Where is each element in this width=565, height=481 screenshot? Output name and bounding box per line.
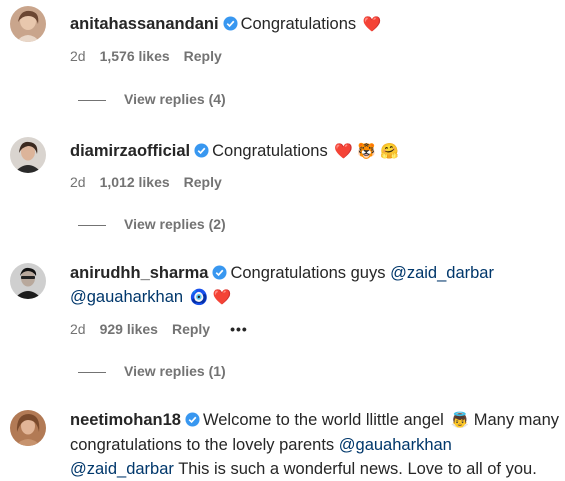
- mention-link[interactable]: @zaid_darbar: [390, 264, 494, 282]
- more-options-icon[interactable]: •••: [230, 321, 248, 337]
- comment-meta: 2d 1,012 likes Reply: [70, 173, 236, 191]
- username[interactable]: diamirzaofficial: [70, 142, 190, 160]
- verified-badge-icon: [185, 412, 200, 427]
- mention-link[interactable]: @zaid_darbar: [70, 460, 174, 478]
- comment-body: Congratulations: [240, 15, 357, 33]
- verified-badge-icon: [194, 143, 209, 158]
- emoji-group-icon: ❤️ 🐯 🤗: [334, 143, 399, 160]
- reply-button[interactable]: Reply: [184, 48, 222, 64]
- view-replies-button[interactable]: View replies (2): [78, 215, 226, 233]
- comment-text: neetimohan18 Welcome to the world llittle…: [70, 408, 560, 481]
- comment-body: Welcome to the world llittle angel: [202, 411, 444, 429]
- avatar[interactable]: [10, 263, 46, 299]
- avatar[interactable]: [10, 137, 46, 173]
- mention-link[interactable]: @gauaharkhan: [70, 288, 183, 306]
- likes-count[interactable]: 1,576 likes: [100, 48, 170, 64]
- comment-meta: 2d 1,576 likes Reply: [70, 47, 236, 65]
- divider: [78, 371, 106, 373]
- likes-count[interactable]: 929 likes: [100, 321, 158, 337]
- comment-body: Congratulations: [212, 142, 328, 160]
- username[interactable]: neetimohan18: [70, 411, 181, 429]
- verified-badge-icon: [212, 265, 227, 280]
- likes-count[interactable]: 1,012 likes: [100, 174, 170, 190]
- comment-age: 2d: [70, 48, 86, 64]
- comment-age: 2d: [70, 174, 86, 190]
- heart-emoji-icon: ❤️: [362, 16, 382, 33]
- emoji-group-icon: 🧿 ❤️: [189, 289, 232, 306]
- comment-body: This is such a wonderful news. Love to a…: [178, 460, 537, 478]
- username[interactable]: anitahassanandani: [70, 15, 219, 33]
- verified-badge-icon: [223, 16, 238, 31]
- comment-age: 2d: [70, 321, 86, 337]
- view-replies-button[interactable]: View replies (1): [78, 362, 226, 380]
- angel-emoji-icon: 👼: [450, 412, 470, 429]
- username[interactable]: anirudhh_sharma: [70, 264, 208, 282]
- comment-meta: 2d 929 likes Reply •••: [70, 320, 262, 338]
- comment-text: anitahassanandani Congratulations ❤️: [70, 12, 560, 37]
- comment-text: anirudhh_sharma Congratulations guys @zai…: [70, 261, 560, 310]
- reply-button[interactable]: Reply: [172, 321, 210, 337]
- divider: [78, 99, 106, 101]
- reply-button[interactable]: Reply: [184, 174, 222, 190]
- mention-link[interactable]: @gauaharkhan: [339, 436, 452, 454]
- view-replies-button[interactable]: View replies (4): [78, 90, 226, 108]
- comment-body: Congratulations guys: [230, 264, 386, 282]
- avatar[interactable]: [10, 6, 46, 42]
- avatar[interactable]: [10, 410, 46, 446]
- divider: [78, 224, 106, 226]
- comment-text: diamirzaofficial Congratulations ❤️ 🐯 🤗: [70, 139, 560, 164]
